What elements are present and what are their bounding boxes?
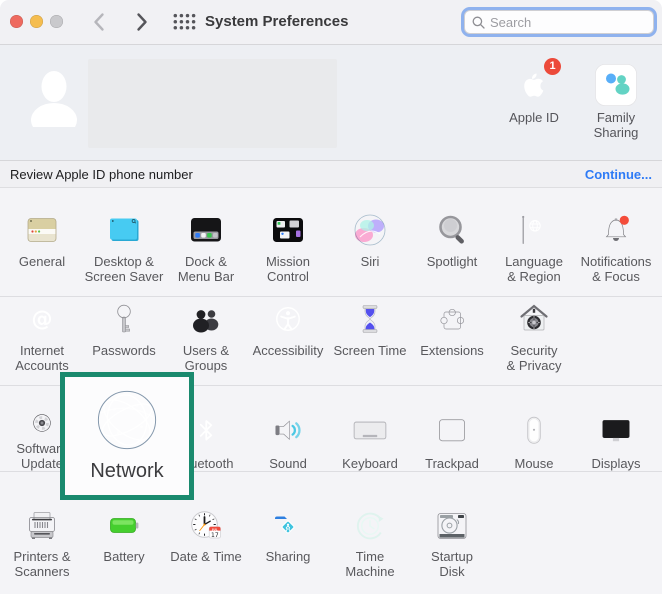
- banner-message: Review Apple ID phone number: [10, 167, 193, 182]
- pref-item-mission-control[interactable]: Mission Control: [247, 210, 329, 296]
- pref-item-accessibility[interactable]: Accessibility: [247, 299, 329, 385]
- window-title: System Preferences: [205, 0, 348, 44]
- minimize-button[interactable]: [30, 15, 43, 28]
- close-button[interactable]: [10, 15, 23, 28]
- desktop-screen-saver-icon: [104, 210, 144, 250]
- displays-icon: [596, 411, 636, 450]
- pref-item-label: Displays: [561, 457, 662, 472]
- continue-link[interactable]: Continue...: [585, 167, 652, 182]
- apple-id-banner: Review Apple ID phone number Continue...: [0, 161, 662, 188]
- network-highlight-label: Network: [90, 460, 163, 483]
- pref-item-notifications-focus[interactable]: Notifications & Focus: [575, 210, 657, 296]
- forward-button[interactable]: [135, 11, 149, 33]
- extensions-icon: [432, 299, 472, 339]
- battery-icon: [104, 506, 144, 546]
- apple-id-button[interactable]: 1 Apple ID: [493, 64, 575, 125]
- time-machine-icon: [350, 506, 390, 546]
- redacted-user-name: [88, 59, 337, 148]
- date-time-icon: [186, 506, 226, 546]
- pref-item-siri[interactable]: Siri: [329, 210, 411, 296]
- internet-accounts-icon: [22, 299, 62, 339]
- account-section: 1 Apple ID Family Sharing: [0, 45, 662, 161]
- pref-item-label: Notifications & Focus: [561, 255, 662, 284]
- users-groups-icon: [186, 299, 226, 339]
- software-update-icon: [22, 411, 62, 435]
- prefs-row-1: GeneralDesktop & Screen SaverDock & Menu…: [0, 188, 662, 296]
- siri-icon: [350, 210, 390, 250]
- family-sharing-label: Family Sharing: [594, 110, 639, 140]
- language-region-icon: [514, 210, 554, 250]
- spotlight-icon: [432, 210, 472, 250]
- mission-control-icon: [268, 210, 308, 250]
- back-button[interactable]: [92, 11, 106, 33]
- sound-icon: [268, 411, 308, 450]
- security-privacy-icon: [514, 299, 554, 339]
- family-sharing-button[interactable]: Family Sharing: [575, 64, 657, 140]
- accessibility-icon: [268, 299, 308, 339]
- mouse-icon: [514, 411, 554, 450]
- network-icon: [95, 388, 159, 452]
- notification-badge: 1: [544, 58, 561, 75]
- search-focus-ring: Search: [461, 7, 657, 37]
- pref-item-displays[interactable]: Displays: [575, 411, 657, 471]
- notifications-focus-icon: [596, 210, 636, 250]
- zoom-button[interactable]: [50, 15, 63, 28]
- printers-scanners-icon: [22, 506, 62, 546]
- sharing-icon: [268, 506, 308, 546]
- system-preferences-window: System Preferences Search 1 Apple ID Fam…: [0, 0, 662, 594]
- pref-item-label: Startup Disk: [397, 550, 507, 579]
- family-sharing-icon: [595, 64, 637, 106]
- search-icon: [472, 16, 485, 29]
- network-highlight[interactable]: Network: [60, 372, 194, 500]
- startup-disk-icon: [432, 506, 472, 546]
- apple-id-label: Apple ID: [509, 110, 559, 125]
- keyboard-icon: [350, 411, 390, 450]
- trackpad-icon: [432, 411, 472, 450]
- search-placeholder: Search: [490, 15, 531, 30]
- show-all-grid-icon[interactable]: [173, 13, 196, 31]
- pref-item-screen-time[interactable]: Screen Time: [329, 299, 411, 385]
- search-input[interactable]: Search: [464, 10, 654, 34]
- passwords-icon: [104, 299, 144, 339]
- general-icon: [22, 210, 62, 250]
- user-avatar[interactable]: [20, 59, 88, 127]
- pref-item-security-privacy[interactable]: Security & Privacy: [493, 299, 575, 385]
- dock-menu-bar-icon: [186, 210, 226, 250]
- pref-item-label: Security & Privacy: [479, 344, 589, 373]
- screen-time-icon: [350, 299, 390, 339]
- pref-item-startup-disk[interactable]: Startup Disk: [411, 506, 493, 594]
- titlebar: System Preferences Search: [0, 0, 662, 45]
